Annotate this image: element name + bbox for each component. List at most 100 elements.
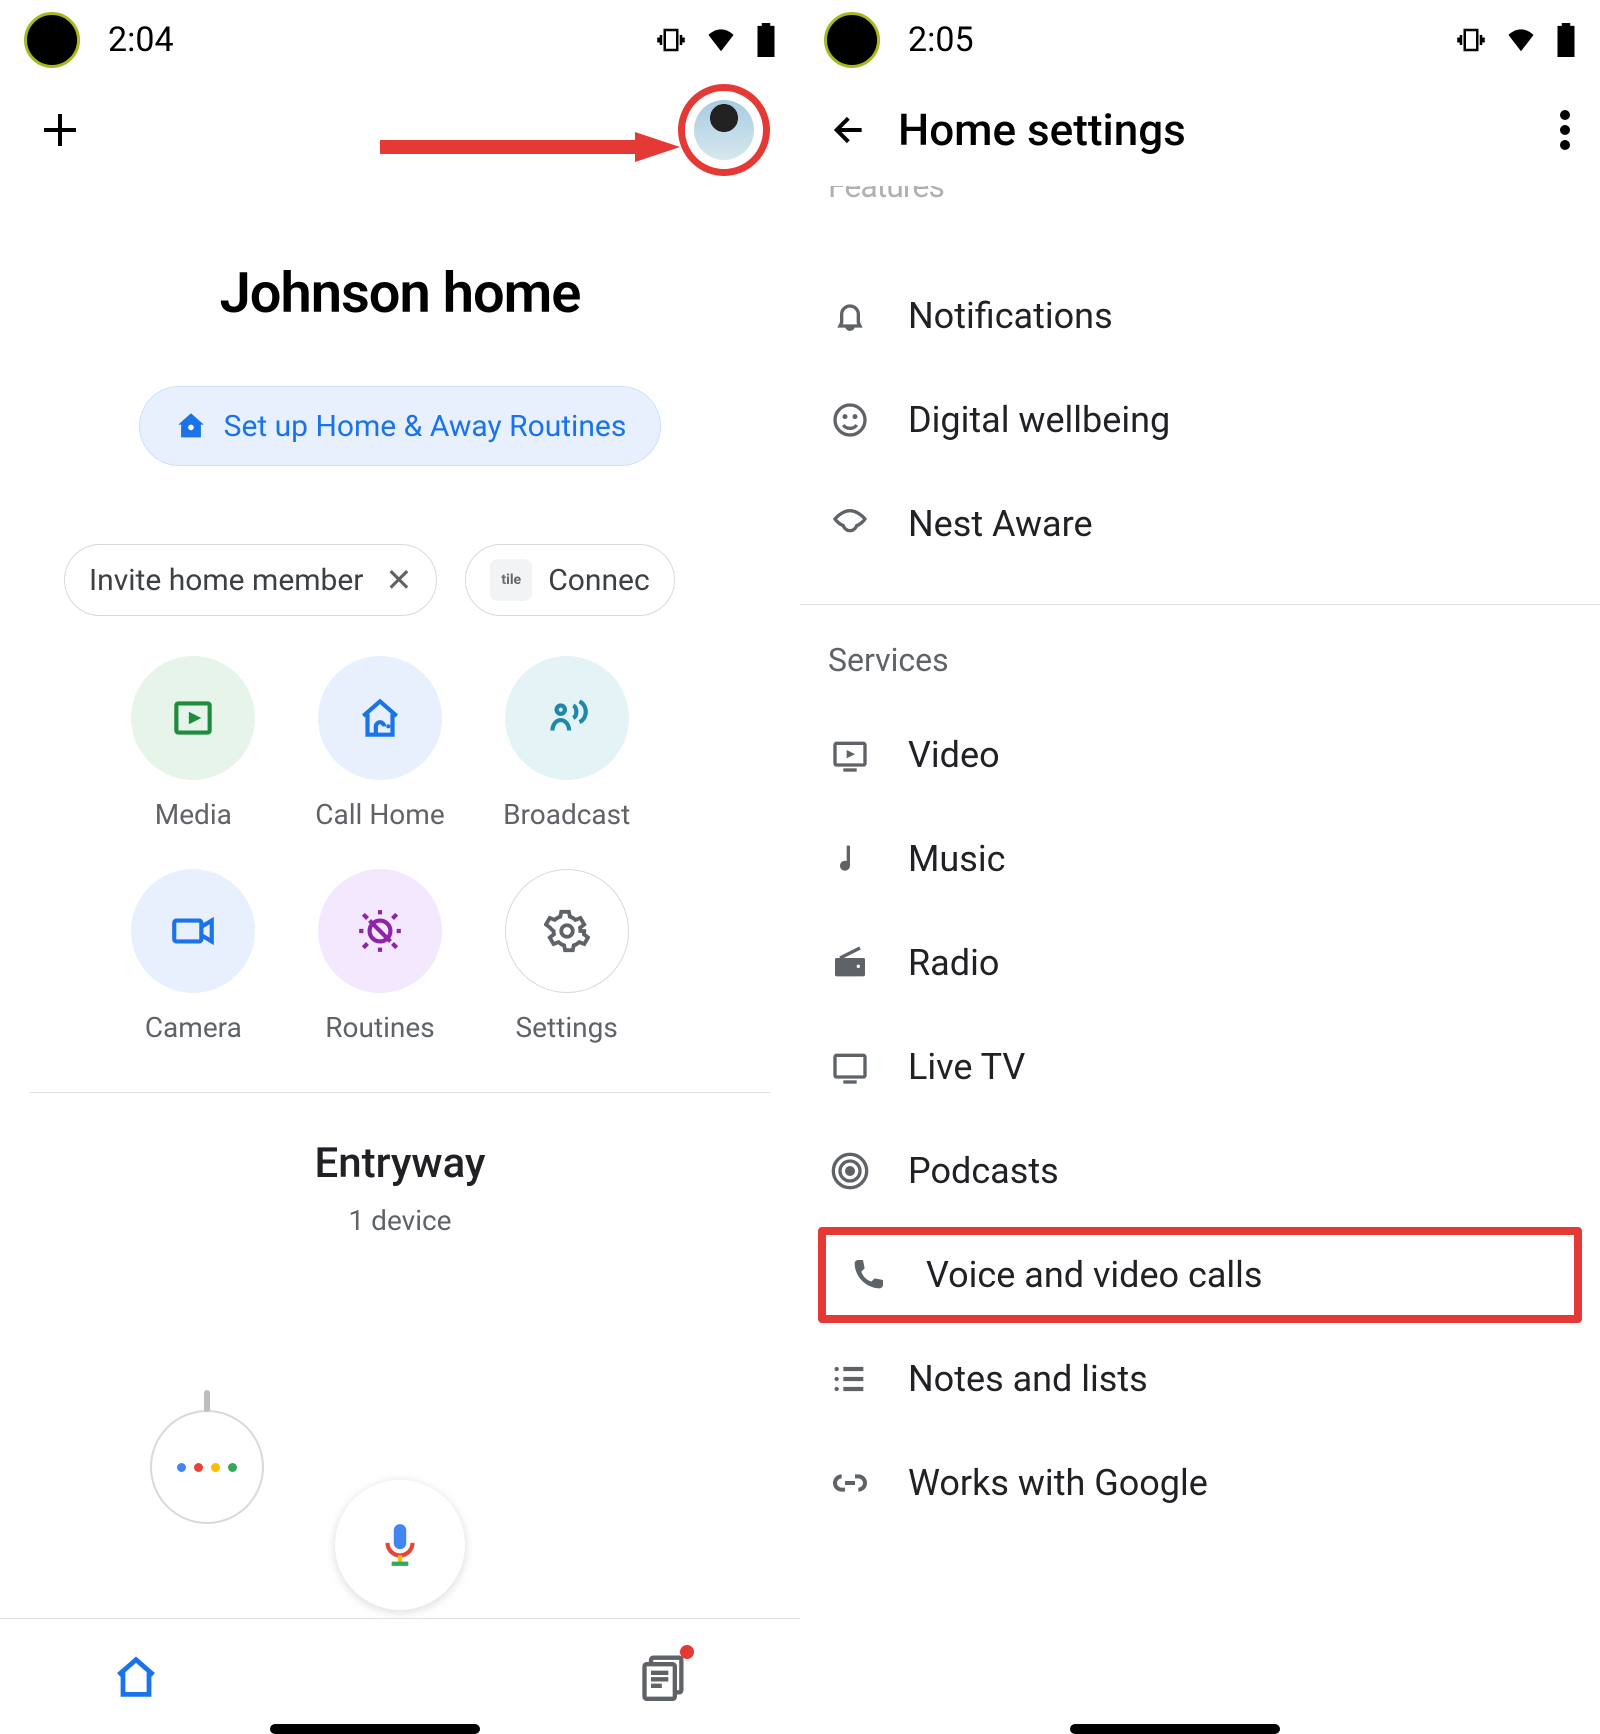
vibrate-icon <box>656 25 686 55</box>
routines-icon <box>318 869 442 993</box>
action-routines-label: Routines <box>325 1011 434 1044</box>
wellbeing-icon <box>828 398 872 442</box>
item-radio[interactable]: Radio <box>800 911 1600 1015</box>
status-bar-left: 2:04 <box>0 0 800 80</box>
setup-routines-label: Set up Home & Away Routines <box>224 409 627 444</box>
item-podcasts[interactable]: Podcasts <box>800 1119 1600 1223</box>
item-works-with-google[interactable]: Works with Google <box>800 1431 1600 1535</box>
item-video-label: Video <box>908 734 1000 776</box>
item-works-with-google-label: Works with Google <box>908 1462 1208 1504</box>
status-time: 2:04 <box>108 20 174 60</box>
wifi-icon <box>704 25 738 55</box>
item-notes-lists[interactable]: Notes and lists <box>800 1327 1600 1431</box>
action-broadcast-label: Broadcast <box>503 798 630 831</box>
phone-left: 2:04 Johnson home Set up Home & Away Rou… <box>0 0 800 1734</box>
settings-toolbar: Home settings <box>800 80 1600 180</box>
action-settings[interactable]: Settings <box>473 869 660 1044</box>
feed-icon <box>638 1649 690 1701</box>
quick-actions-grid: Media Call Home Broadcast Camera <box>100 656 660 1044</box>
features-list: Notifications Digital wellbeing Nest Awa… <box>800 264 1600 576</box>
account-avatar[interactable] <box>678 84 770 176</box>
item-nest-aware[interactable]: Nest Aware <box>800 472 1600 576</box>
item-radio-label: Radio <box>908 942 999 984</box>
assistant-mic-fab[interactable] <box>335 1480 465 1610</box>
notification-dot-icon <box>824 12 880 68</box>
tile-logo-icon: tile <box>490 559 532 601</box>
item-music-label: Music <box>908 838 1005 880</box>
radio-icon <box>828 941 872 985</box>
invite-member-chip[interactable]: Invite home member ✕ <box>64 544 437 616</box>
status-right-icons <box>1456 23 1576 57</box>
wifi-icon <box>1504 25 1538 55</box>
item-live-tv[interactable]: Live TV <box>800 1015 1600 1119</box>
section-header-features: Features <box>800 186 1600 216</box>
notification-dot-icon <box>24 12 80 68</box>
music-icon <box>828 837 872 881</box>
status-time: 2:05 <box>908 20 974 60</box>
device-tile[interactable] <box>150 1410 264 1524</box>
status-right-icons <box>656 23 776 57</box>
battery-icon <box>1556 23 1576 57</box>
item-podcasts-label: Podcasts <box>908 1150 1059 1192</box>
add-button[interactable] <box>36 106 84 154</box>
gesture-handle-icon <box>270 1724 480 1734</box>
nest-icon <box>828 502 872 546</box>
item-video[interactable]: Video <box>800 703 1600 807</box>
connect-tile-chip[interactable]: tile Connec <box>465 544 674 616</box>
broadcast-icon <box>505 656 629 780</box>
mic-icon <box>375 1520 425 1570</box>
phone-right: 2:05 Home settings Features Notification… <box>800 0 1600 1734</box>
home-person-icon <box>174 409 208 443</box>
highlight-ring-icon <box>678 84 770 176</box>
settings-icon <box>505 869 629 993</box>
action-call-home-label: Call Home <box>315 798 444 831</box>
google-dots-icon <box>177 1463 237 1472</box>
list-icon <box>828 1357 872 1401</box>
home-name: Johnson home <box>0 260 800 326</box>
bottom-nav <box>0 1618 800 1734</box>
item-voice-video-calls[interactable]: Voice and video calls <box>818 1227 1582 1323</box>
home-toolbar <box>0 80 800 180</box>
item-music[interactable]: Music <box>800 807 1600 911</box>
item-notifications[interactable]: Notifications <box>800 264 1600 368</box>
action-camera-label: Camera <box>145 1011 242 1044</box>
podcast-icon <box>828 1149 872 1193</box>
video-icon <box>828 733 872 777</box>
action-routines[interactable]: Routines <box>287 869 474 1044</box>
section-header-services: Services <box>800 605 1600 685</box>
action-call-home[interactable]: Call Home <box>287 656 474 831</box>
nav-feed-button[interactable] <box>638 1649 690 1705</box>
divider <box>30 1092 770 1093</box>
setup-routines-chip[interactable]: Set up Home & Away Routines <box>139 386 662 466</box>
item-nest-aware-label: Nest Aware <box>908 503 1093 545</box>
bell-icon <box>828 294 872 338</box>
back-button[interactable] <box>830 110 870 150</box>
status-bar-right: 2:05 <box>800 0 1600 80</box>
action-media-label: Media <box>155 798 232 831</box>
nav-home-icon[interactable] <box>110 1651 162 1703</box>
item-digital-wellbeing-label: Digital wellbeing <box>908 399 1170 441</box>
room-name[interactable]: Entryway <box>0 1139 800 1188</box>
more-menu-button[interactable] <box>1560 110 1570 150</box>
phone-icon <box>846 1253 890 1297</box>
media-icon <box>131 656 255 780</box>
item-live-tv-label: Live TV <box>908 1046 1025 1088</box>
link-icon <box>828 1461 872 1505</box>
vibrate-icon <box>1456 25 1486 55</box>
call-home-icon <box>318 656 442 780</box>
item-notes-lists-label: Notes and lists <box>908 1358 1148 1400</box>
camera-icon <box>131 869 255 993</box>
item-digital-wellbeing[interactable]: Digital wellbeing <box>800 368 1600 472</box>
tv-icon <box>828 1045 872 1089</box>
page-title: Home settings <box>898 104 1186 156</box>
room-device-count: 1 device <box>0 1204 800 1237</box>
action-broadcast[interactable]: Broadcast <box>473 656 660 831</box>
item-notifications-label: Notifications <box>908 295 1113 337</box>
close-icon[interactable]: ✕ <box>385 561 412 599</box>
action-camera[interactable]: Camera <box>100 869 287 1044</box>
suggestion-chips: Invite home member ✕ tile Connec <box>0 544 800 616</box>
action-media[interactable]: Media <box>100 656 287 831</box>
connect-label: Connec <box>548 563 649 598</box>
action-settings-label: Settings <box>516 1011 618 1044</box>
invite-member-label: Invite home member <box>89 563 363 598</box>
